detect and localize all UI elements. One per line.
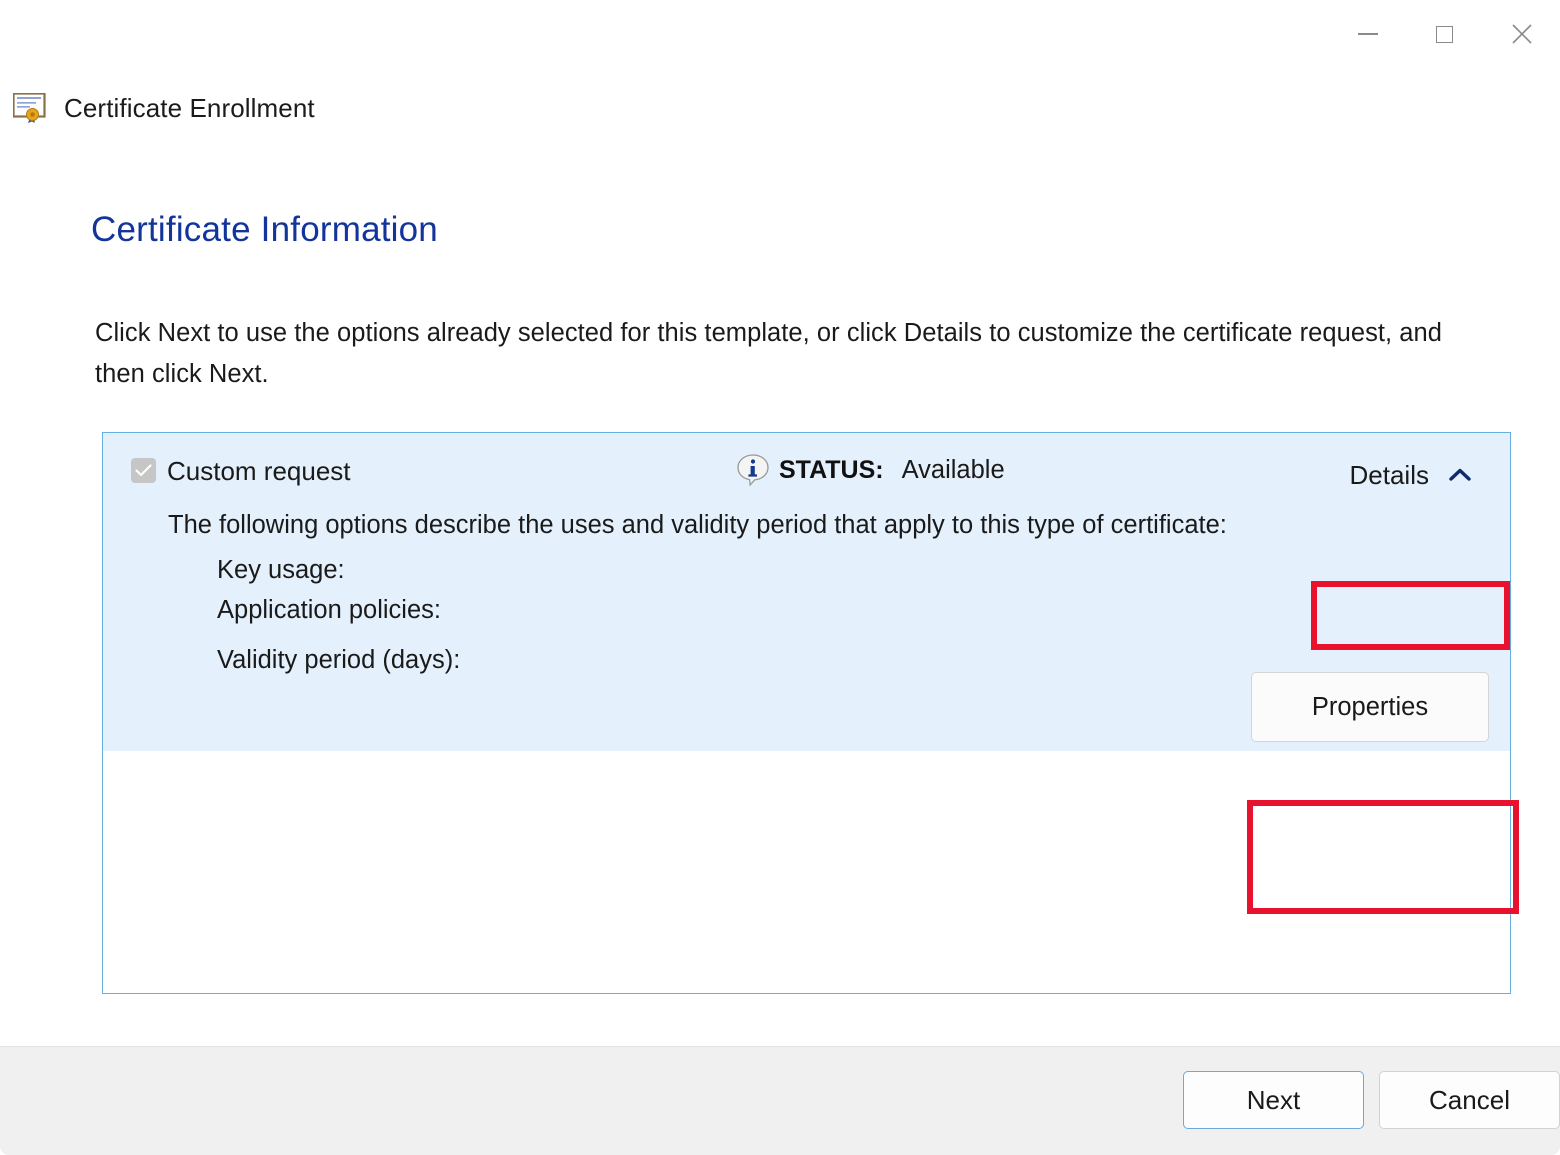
next-button[interactable]: Next — [1183, 1071, 1364, 1129]
app-title: Certificate Enrollment — [64, 95, 315, 121]
info-icon — [736, 453, 770, 487]
details-label: Details — [1350, 462, 1429, 488]
dialog-footer: Next Cancel — [0, 1046, 1560, 1155]
details-toggle-button[interactable]: Details — [1318, 447, 1505, 503]
minimize-button[interactable] — [1329, 0, 1406, 68]
status-label: STATUS: — [779, 453, 884, 487]
chevron-up-icon — [1449, 468, 1471, 482]
template-description-line: The following options describe the uses … — [168, 508, 1227, 542]
app-header: Certificate Enrollment — [13, 93, 315, 123]
minimize-icon — [1358, 33, 1378, 35]
close-icon — [1511, 23, 1533, 45]
certificate-template-list[interactable]: Custom request STATUS: Available — [102, 432, 1511, 994]
maximize-button[interactable] — [1406, 0, 1483, 68]
status-value: Available — [902, 453, 1005, 487]
footer-button-bar: Next Cancel — [0, 1047, 1560, 1155]
properties-button[interactable]: Properties — [1251, 672, 1489, 742]
template-item-header-row: Custom request STATUS: Available — [103, 455, 1510, 495]
page-body: Certificate Information Click Next to us… — [0, 150, 1560, 1047]
title-bar — [0, 0, 1560, 68]
cancel-button[interactable]: Cancel — [1379, 1071, 1560, 1129]
detail-row-application-policies: Application policies: — [217, 593, 441, 627]
custom-request-checkbox[interactable] — [131, 458, 156, 483]
page-description: Click Next to use the options already se… — [95, 313, 1455, 395]
checkmark-icon — [135, 464, 152, 477]
maximize-icon — [1436, 26, 1453, 43]
certificate-enrollment-window: Certificate Enrollment Certificate Infor… — [0, 0, 1560, 1155]
detail-row-validity-period: Validity period (days): — [217, 643, 460, 677]
close-button[interactable] — [1483, 0, 1560, 68]
certificate-icon — [13, 93, 50, 123]
custom-request-label: Custom request — [167, 455, 351, 487]
page-title: Certificate Information — [91, 212, 438, 247]
status-group: STATUS: Available — [736, 453, 1005, 487]
window-controls — [1329, 0, 1560, 68]
template-list-item-custom-request[interactable]: Custom request STATUS: Available — [103, 433, 1510, 751]
detail-row-key-usage: Key usage: — [217, 553, 345, 587]
